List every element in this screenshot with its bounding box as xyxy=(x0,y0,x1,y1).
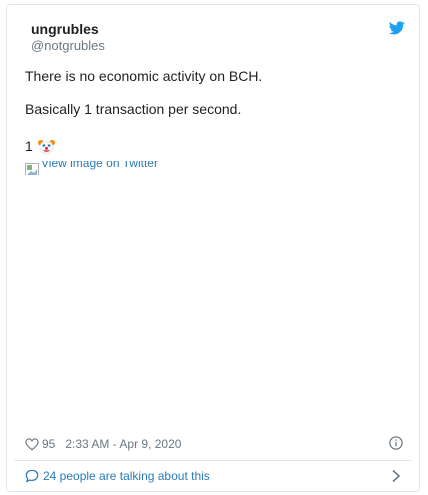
view-image-link[interactable]: View image on Twitter xyxy=(25,161,158,175)
twitter-bird-icon[interactable] xyxy=(389,21,405,35)
speech-bubble-icon xyxy=(25,469,39,483)
heart-icon[interactable] xyxy=(25,437,39,451)
info-icon[interactable] xyxy=(389,436,403,450)
author-handle[interactable]: @notgrubles xyxy=(31,38,105,54)
conversation-label[interactable]: 24 people are talking about this xyxy=(43,469,210,483)
footer-divider xyxy=(14,460,412,461)
clown-face-emoji-icon xyxy=(37,139,55,154)
tweet-paragraph-1: There is no economic activity on BCH. xyxy=(25,68,263,84)
tweet-footer: 95 2:33 AM - Apr 9, 2020 xyxy=(25,435,405,453)
tweet-card: ungrubles @notgrubles There is no econom… xyxy=(6,4,420,492)
tweet-timestamp[interactable]: 2:33 AM - Apr 9, 2020 xyxy=(65,437,181,451)
chevron-right-icon[interactable] xyxy=(391,469,401,483)
author-display-name[interactable]: ungrubles xyxy=(31,21,105,38)
view-image-label[interactable]: View image on Twitter xyxy=(41,161,158,169)
conversation-link[interactable]: 24 people are talking about this xyxy=(25,467,405,485)
author-block[interactable]: ungrubles @notgrubles xyxy=(31,21,105,54)
tweet-paragraph-2: Basically 1 transaction per second. xyxy=(25,101,242,117)
like-count[interactable]: 95 xyxy=(42,437,55,451)
broken-image-icon xyxy=(25,163,39,175)
tweet-number: 1 xyxy=(25,138,33,154)
tweet-paragraph-3: 1 xyxy=(25,137,55,155)
